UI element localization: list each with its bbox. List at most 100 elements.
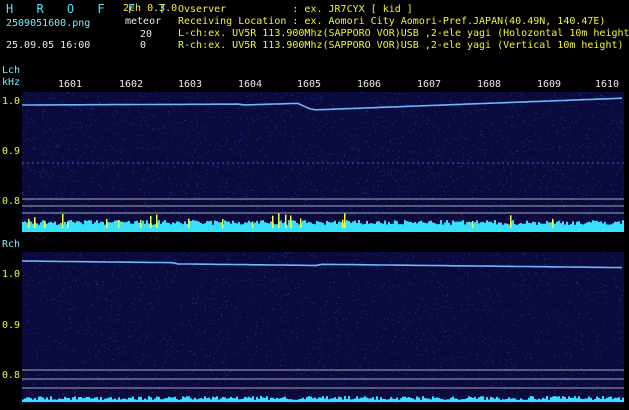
level-bar — [580, 398, 582, 402]
level-bar — [466, 398, 468, 402]
level-bar — [80, 396, 82, 402]
level-bar — [502, 399, 504, 402]
level-bar — [418, 397, 420, 402]
level-bar — [348, 396, 350, 402]
level-bar — [512, 398, 514, 402]
level-bar — [128, 220, 130, 228]
level-bar — [428, 398, 430, 402]
level-bar — [548, 222, 550, 228]
level-bar — [216, 221, 218, 228]
level-bar — [280, 398, 282, 402]
level-bar — [34, 398, 36, 402]
level-bar — [174, 223, 176, 228]
meteor-mark — [106, 219, 108, 228]
level-bar — [426, 223, 428, 228]
level-bar — [606, 397, 608, 402]
level-bar — [364, 223, 366, 228]
level-bar — [396, 397, 398, 402]
level-bar — [362, 224, 364, 228]
lch-spectrogram — [22, 92, 624, 232]
rch-spectrogram-canvas — [22, 252, 624, 404]
level-bar — [538, 398, 540, 402]
level-bar — [520, 223, 522, 228]
level-bar — [100, 221, 102, 228]
level-bar — [582, 224, 584, 228]
level-bar — [614, 397, 616, 402]
level-bar — [378, 221, 380, 228]
level-bar — [256, 396, 258, 402]
level-bar — [474, 222, 476, 228]
level-bar — [452, 396, 454, 402]
level-bar — [570, 223, 572, 228]
level-bar — [42, 397, 44, 402]
level-bar — [190, 220, 192, 228]
level-bar — [158, 220, 160, 228]
level-bar — [246, 222, 248, 228]
level-bar — [440, 220, 442, 228]
level-bar — [550, 222, 552, 228]
level-bar — [264, 222, 266, 228]
meteor-mark — [150, 215, 152, 228]
level-bar — [174, 396, 176, 402]
level-bar — [556, 396, 558, 402]
level-bar — [558, 396, 560, 402]
level-bar — [390, 223, 392, 228]
level-bar — [286, 398, 288, 402]
level-bar — [586, 398, 588, 402]
level-bar — [572, 221, 574, 228]
level-bar — [414, 222, 416, 228]
level-bar — [358, 220, 360, 228]
level-bar — [142, 220, 144, 228]
level-bar — [510, 398, 512, 402]
level-bar — [622, 397, 624, 402]
level-bar — [538, 221, 540, 228]
level-bar — [296, 222, 298, 228]
level-bar — [148, 223, 150, 228]
level-bar — [378, 399, 380, 402]
version-label: 2ch 0.3.0 — [123, 3, 178, 14]
level-bar — [178, 221, 180, 228]
level-bar — [566, 398, 568, 402]
level-bar — [504, 223, 506, 228]
level-bar — [516, 399, 518, 402]
level-bar — [416, 223, 418, 228]
meteor-mark — [156, 214, 158, 228]
level-bar — [218, 222, 220, 228]
level-bar — [366, 220, 368, 228]
level-bar — [464, 399, 466, 402]
level-bar — [600, 221, 602, 228]
level-bar — [436, 397, 438, 402]
level-bar — [180, 223, 182, 228]
level-bar — [424, 222, 426, 228]
level-bar — [398, 399, 400, 402]
level-bar — [610, 224, 612, 228]
level-bar — [186, 223, 188, 228]
level-bar — [132, 396, 134, 402]
level-bar — [60, 222, 62, 228]
level-bar — [360, 223, 362, 228]
level-bar — [84, 220, 86, 228]
level-bar — [374, 223, 376, 228]
level-bar — [212, 396, 214, 402]
level-bar — [108, 222, 110, 228]
level-bar — [600, 398, 602, 402]
level-bar — [556, 221, 558, 228]
level-bar — [126, 221, 128, 228]
level-bar — [58, 398, 60, 402]
level-bar — [202, 398, 204, 402]
level-bar — [618, 397, 620, 402]
level-bar — [276, 397, 278, 402]
filename: 2509051600.png — [6, 18, 91, 29]
level-bar — [128, 397, 130, 402]
level-bar — [38, 396, 40, 402]
rch-receiver-line: R-ch:ex. UV5R 113.900Mhz(SAPPORO VOR)USB… — [178, 40, 624, 51]
level-bar — [446, 399, 448, 402]
level-bar — [120, 399, 122, 402]
time-tick: 1602 — [119, 79, 144, 90]
level-bar — [136, 399, 138, 402]
level-bar — [448, 222, 450, 228]
level-bar — [278, 398, 280, 402]
level-bar — [154, 398, 156, 402]
meteor-mark — [118, 220, 120, 228]
level-bar — [612, 398, 614, 402]
